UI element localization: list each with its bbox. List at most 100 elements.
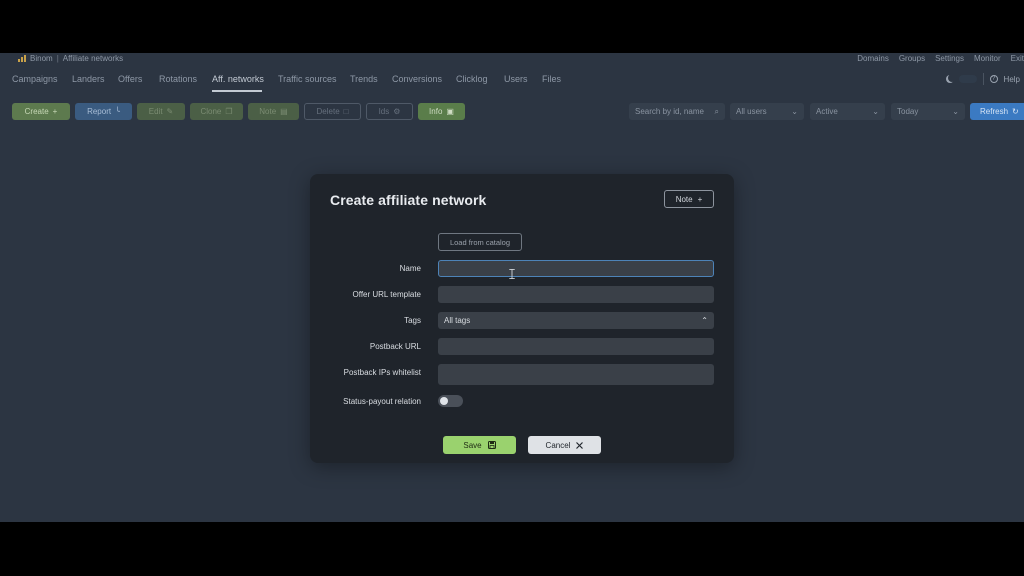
toolbar: Create + Report ╰ Edit ✎ Clone ❐ Note ▤ … [0,102,1024,122]
report-button[interactable]: Report ╰ [75,103,132,120]
trash-icon: □ [343,107,349,116]
report-label: Report [87,107,112,116]
cancel-label: Cancel [545,440,571,450]
postback-ips-textarea[interactable] [438,364,714,385]
binom-logo-icon [18,55,26,62]
brand-separator: | [56,54,59,63]
note-toolbar-label: Note [259,107,277,116]
tab-files[interactable]: Files [542,74,561,84]
brand-name: Binom [30,54,53,63]
delete-button[interactable]: Delete □ [304,103,361,120]
edit-label: Edit [148,107,163,116]
name-label: Name [399,264,421,273]
refresh-label: Refresh [980,107,1009,116]
pencil-icon: ✎ [166,107,174,116]
tab-users[interactable]: Users [504,74,528,84]
delete-label: Delete [316,107,340,116]
refresh-icon: ↻ [1012,107,1019,116]
gear-icon: ⚙ [393,107,401,116]
active-tab-underline [212,90,262,92]
load-from-catalog-button[interactable]: Load from catalog [438,233,522,251]
status-payout-label: Status-payout relation [343,397,421,406]
modal-title: Create affiliate network [330,192,487,208]
create-button[interactable]: Create + [12,103,70,120]
tab-campaigns[interactable]: Campaigns [12,74,58,84]
postback-url-input[interactable] [438,338,714,355]
top-links: Domains Groups Settings Monitor Exit [857,54,1024,63]
top-link-monitor[interactable]: Monitor [974,54,1001,63]
name-input[interactable] [438,260,714,277]
users-select-value: All users [736,107,767,116]
info-button[interactable]: Info ▣ [418,103,465,120]
letterbox-bottom [0,522,1024,576]
app-window: Binom | Affiliate networks Domains Group… [0,53,1024,522]
tags-label: Tags [404,316,421,325]
cancel-button[interactable]: Cancel [528,436,601,454]
clone-label: Clone [200,107,222,116]
floppy-disk-icon [487,441,496,449]
tab-rotations[interactable]: Rotations [159,74,197,84]
help-link[interactable]: Help [1004,75,1020,84]
top-link-settings[interactable]: Settings [935,54,964,63]
create-affiliate-network-modal: Create affiliate network Note + Load fro… [310,174,734,463]
letterbox-top [0,0,1024,53]
text-cursor-icon [509,269,515,279]
info-label: Info [429,107,443,116]
note-icon: ▤ [280,107,288,116]
refresh-button[interactable]: Refresh ↻ [970,103,1024,120]
tags-select[interactable]: All tags ⌃ [438,312,714,329]
tab-clicklog[interactable]: Clicklog [456,74,488,84]
tab-aff-networks[interactable]: Aff. networks [212,74,264,84]
main-nav: Campaigns Landers Offers Rotations Aff. … [0,71,1024,91]
date-select-value: Today [897,107,919,116]
ids-label: Ids [378,107,390,116]
note-button[interactable]: Note + [664,190,714,208]
theme-toggle[interactable] [958,75,977,83]
close-icon [576,441,584,449]
status-select-value: Active [816,107,838,116]
tab-offers[interactable]: Offers [118,74,142,84]
chevron-up-icon: ⌃ [701,316,708,325]
plus-icon: + [697,194,703,204]
note-button-label: Note [675,194,693,204]
top-link-domains[interactable]: Domains [857,54,889,63]
offer-url-input[interactable] [438,286,714,303]
tab-conversions[interactable]: Conversions [392,74,442,84]
note-toolbar-button[interactable]: Note ▤ [248,103,299,120]
create-label: Create [24,107,49,116]
edit-button[interactable]: Edit ✎ [137,103,185,120]
plus-icon: + [52,107,58,116]
status-select[interactable]: Active ⌄ [810,103,885,120]
help-icon[interactable]: ? [989,75,998,83]
status-payout-toggle[interactable] [438,395,463,407]
divider [982,73,984,85]
postback-url-label: Postback URL [369,342,421,351]
info-icon: ▣ [446,107,454,116]
ids-button[interactable]: Ids ⚙ [366,103,413,120]
tab-trends[interactable]: Trends [350,74,378,84]
users-select[interactable]: All users ⌄ [730,103,804,120]
chevron-down-icon: ⌄ [791,107,798,116]
search-input[interactable]: Search by id, name ⌕ [629,103,725,120]
tab-traffic-sources[interactable]: Traffic sources [278,74,337,84]
search-placeholder: Search by id, name [635,107,704,116]
top-link-groups[interactable]: Groups [899,54,925,63]
chevron-down-icon: ⌄ [952,107,959,116]
top-bar: Binom | Affiliate networks Domains Group… [0,53,1024,65]
save-button[interactable]: Save [443,436,516,454]
clone-button[interactable]: Clone ❐ [190,103,243,120]
nav-right: ? Help [945,73,1020,85]
tab-landers[interactable]: Landers [72,74,105,84]
top-link-exit[interactable]: Exit [1011,54,1024,63]
chart-icon: ╰ [115,107,120,116]
moon-icon[interactable] [948,74,956,82]
brand: Binom | Affiliate networks [18,54,123,63]
save-label: Save [463,440,482,450]
brand-section: Affiliate networks [62,54,124,63]
copy-icon: ❐ [225,107,233,116]
toggle-knob [440,397,448,405]
chevron-down-icon: ⌄ [872,107,879,116]
offer-url-label: Offer URL template [352,290,421,299]
postback-ips-label: Postback IPs whitelist [343,368,421,377]
date-select[interactable]: Today ⌄ [891,103,965,120]
